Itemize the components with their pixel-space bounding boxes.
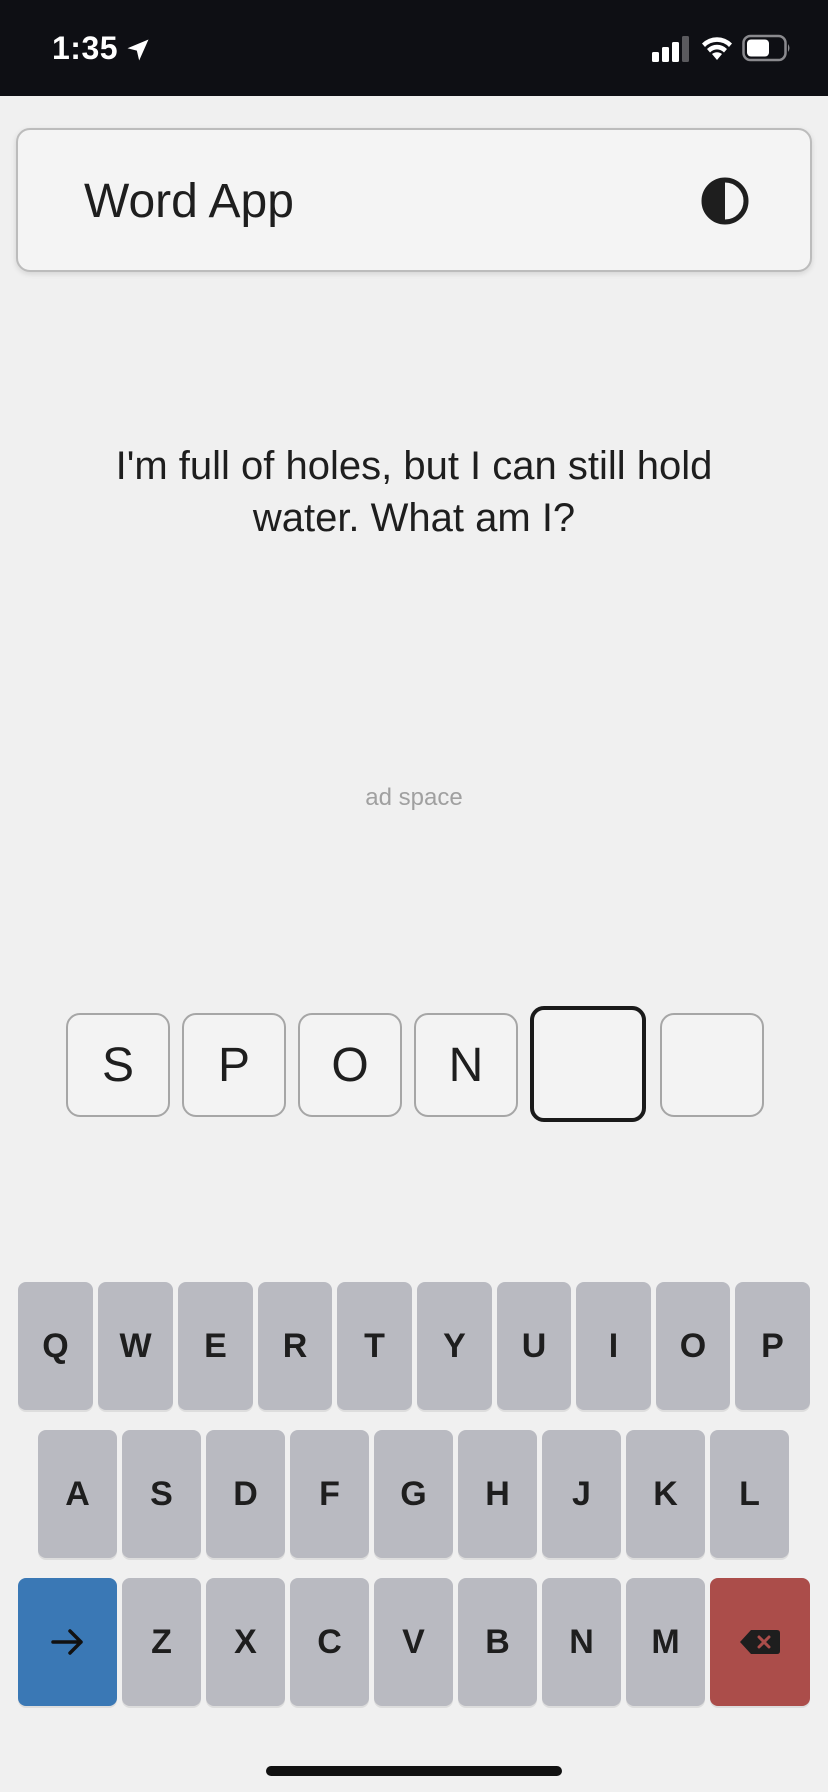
arrow-right-icon: [50, 1629, 83, 1655]
key-b[interactable]: B: [458, 1578, 537, 1706]
key-s[interactable]: S: [122, 1430, 201, 1558]
wifi-icon: [702, 37, 732, 60]
backspace-icon: [740, 1630, 780, 1654]
key-g[interactable]: G: [374, 1430, 453, 1558]
key-z[interactable]: Z: [122, 1578, 201, 1706]
key-i[interactable]: I: [576, 1282, 651, 1410]
letter-box-4[interactable]: N: [414, 1013, 518, 1117]
key-n[interactable]: N: [542, 1578, 621, 1706]
key-p[interactable]: P: [735, 1282, 810, 1410]
enter-key[interactable]: [18, 1578, 117, 1706]
battery-icon: [742, 34, 790, 62]
cellular-signal-icon: [652, 36, 689, 62]
letter-box-6[interactable]: [660, 1013, 764, 1117]
key-u[interactable]: U: [497, 1282, 571, 1410]
key-r[interactable]: R: [258, 1282, 332, 1410]
location-arrow-icon: [127, 39, 149, 61]
key-e[interactable]: E: [178, 1282, 253, 1410]
key-d[interactable]: D: [206, 1430, 285, 1558]
contrast-icon: [701, 177, 749, 225]
key-x[interactable]: X: [206, 1578, 285, 1706]
key-c[interactable]: C: [290, 1578, 369, 1706]
letter-box-1[interactable]: S: [66, 1013, 170, 1117]
key-h[interactable]: H: [458, 1430, 537, 1558]
letter-box-5-active[interactable]: [530, 1006, 646, 1122]
status-time: 1:35: [52, 30, 119, 66]
letter-box-2[interactable]: P: [182, 1013, 286, 1117]
key-f[interactable]: F: [290, 1430, 369, 1558]
key-a[interactable]: A: [38, 1430, 117, 1558]
key-t[interactable]: T: [337, 1282, 412, 1410]
key-v[interactable]: V: [374, 1578, 453, 1706]
key-w[interactable]: W: [98, 1282, 173, 1410]
app-title: Word App: [84, 175, 294, 228]
key-j[interactable]: J: [542, 1430, 621, 1558]
key-l[interactable]: L: [710, 1430, 789, 1558]
key-m[interactable]: M: [626, 1578, 705, 1706]
theme-toggle-button[interactable]: [698, 174, 752, 228]
app-header: Word App: [16, 128, 812, 272]
key-y[interactable]: Y: [417, 1282, 492, 1410]
key-o[interactable]: O: [656, 1282, 730, 1410]
riddle-text: I'm full of holes, but I can still hold …: [115, 444, 713, 540]
ad-space: ad space: [365, 784, 463, 811]
status-bar: 1:35: [0, 0, 828, 96]
letter-box-3[interactable]: O: [298, 1013, 402, 1117]
backspace-key[interactable]: [710, 1578, 810, 1706]
key-k[interactable]: K: [626, 1430, 705, 1558]
key-q[interactable]: Q: [18, 1282, 93, 1410]
home-indicator[interactable]: [266, 1766, 562, 1776]
